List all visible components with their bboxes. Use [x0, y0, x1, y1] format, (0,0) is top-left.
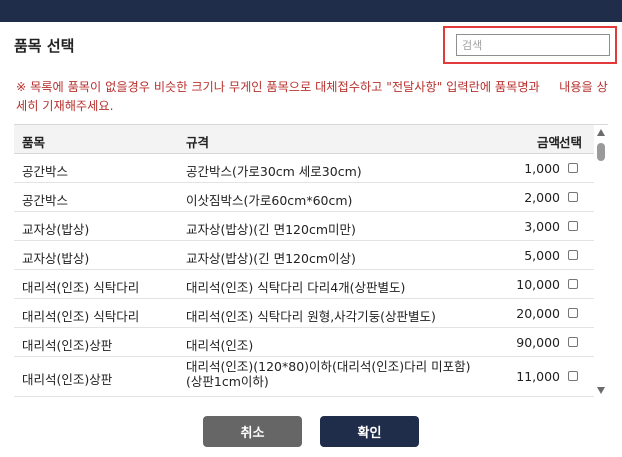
table-row: 대리석(인조) 식탁다리 대리석(인조) 식탁다리 다리4개(상판별도) 10,…: [14, 270, 594, 299]
row-price: 5,000: [524, 248, 560, 263]
row-price: 90,000: [516, 335, 560, 350]
row-spec: 교자상(밥상)(긴 면120cm이상): [186, 251, 356, 266]
row-name: 대리석(인조)상판: [22, 338, 113, 353]
dialog-title: 품목 선택: [14, 37, 75, 55]
row-name: 대리석(인조) 식탁다리: [22, 309, 140, 324]
table-row: 대리석(인조)상판 대리석(인조)(120*80)이하(대리석(인조)다리 미포…: [14, 357, 594, 397]
notice-text: ※ 목록에 품목이 없을경우 비슷한 크기나 무게인 품목으로 대체접수하고 "…: [16, 80, 608, 113]
row-select-checkbox[interactable]: [568, 221, 578, 231]
row-price: 10,000: [516, 277, 560, 292]
row-spec: 대리석(인조) 식탁다리 원형,사각기둥(상판별도): [186, 309, 436, 324]
row-select-checkbox[interactable]: [568, 192, 578, 202]
table-row: 공간박스 이삿짐박스(가로60cm*60cm) 2,000: [14, 183, 594, 212]
search-input[interactable]: [456, 34, 610, 56]
row-spec: 대리석(인조) 식탁다리 다리4개(상판별도): [186, 280, 406, 295]
search-highlight-box: [443, 26, 617, 64]
row-select-checkbox[interactable]: [568, 337, 578, 347]
table-row: 교자상(밥상) 교자상(밥상)(긴 면120cm이상) 5,000: [14, 241, 594, 270]
scroll-down-arrow-icon[interactable]: [597, 387, 605, 394]
row-name: 대리석(인조) 식탁다리: [22, 280, 140, 295]
row-price: 20,000: [516, 306, 560, 321]
row-price: 2,000: [524, 190, 560, 205]
row-spec: 공간박스(가로30cm 세로30cm): [186, 164, 362, 179]
row-name: 교자상(밥상): [22, 251, 90, 266]
confirm-button[interactable]: 확인: [320, 416, 419, 447]
scroll-up-arrow-icon[interactable]: [597, 129, 605, 136]
row-select-checkbox[interactable]: [568, 163, 578, 173]
row-price: 11,000: [516, 369, 560, 384]
table-row: 대리석(인조)상판 대리석(인조) 90,000: [14, 328, 594, 357]
table-row: 대리석(인조) 식탁다리 대리석(인조) 식탁다리 원형,사각기둥(상판별도) …: [14, 299, 594, 328]
row-spec: 대리석(인조): [186, 338, 254, 353]
top-bar: [0, 0, 622, 22]
row-name: 공간박스: [22, 164, 69, 179]
table-row: 교자상(밥상) 교자상(밥상)(긴 면120cm미만) 3,000: [14, 212, 594, 241]
header-name: 품목: [22, 135, 46, 150]
table-row: 공간박스 공간박스(가로30cm 세로30cm) 1,000: [14, 154, 594, 183]
header-spec: 규격: [186, 135, 210, 150]
header-select: 선택: [559, 135, 583, 150]
row-spec: 이삿짐박스(가로60cm*60cm): [186, 193, 353, 208]
header-price: 금액: [536, 135, 560, 150]
row-price: 3,000: [524, 219, 560, 234]
row-spec: 대리석(인조)(120*80)이하(대리석(인조)다리 미포함) (상판1cm이…: [186, 359, 471, 389]
row-select-checkbox[interactable]: [568, 279, 578, 289]
row-spec: 교자상(밥상)(긴 면120cm미만): [186, 222, 356, 237]
row-price: 1,000: [524, 161, 560, 176]
row-name: 교자상(밥상): [22, 222, 90, 237]
row-select-checkbox[interactable]: [568, 250, 578, 260]
table-scrollbar[interactable]: [594, 125, 608, 400]
table-body: 공간박스 공간박스(가로30cm 세로30cm) 1,000 공간박스 이삿짐박…: [14, 154, 594, 397]
row-name: 대리석(인조)상판: [22, 372, 113, 387]
scroll-thumb[interactable]: [597, 143, 605, 161]
item-table: 품목 규격 금액 선택 공간박스 공간박스(가로30cm 세로30cm) 1,0…: [14, 124, 608, 400]
cancel-button[interactable]: 취소: [203, 416, 302, 447]
row-select-checkbox[interactable]: [568, 371, 578, 381]
table-header: 품목 규격 금액 선택: [14, 125, 594, 154]
row-name: 공간박스: [22, 193, 69, 208]
row-select-checkbox[interactable]: [568, 308, 578, 318]
